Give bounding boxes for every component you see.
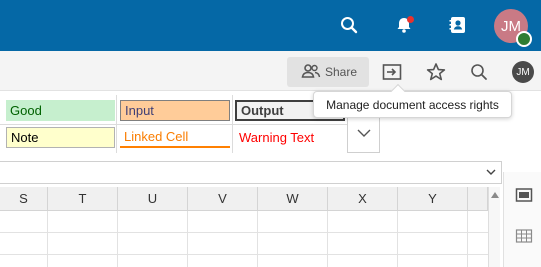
column-header-z[interactable]: [468, 187, 488, 211]
cell-style-input-label: Input: [125, 103, 154, 118]
star-icon[interactable]: [424, 60, 448, 84]
col-divider: [257, 211, 258, 267]
vertical-scrollbar[interactable]: [488, 187, 500, 267]
column-label: V: [218, 191, 227, 206]
cell-style-warning-text[interactable]: Warning Text: [235, 127, 345, 148]
column-header-y[interactable]: Y: [398, 187, 468, 211]
column-header-u[interactable]: U: [118, 187, 188, 211]
cell-style-input[interactable]: Input: [120, 100, 230, 121]
col-divider: [117, 211, 118, 267]
notification-badge: [407, 16, 414, 23]
spreadsheet-grid: S T U V W X Y: [0, 187, 500, 267]
column-header-x[interactable]: X: [328, 187, 398, 211]
cell-style-good-label: Good: [10, 103, 42, 118]
tooltip-text: Manage document access rights: [326, 97, 499, 112]
col-divider: [467, 211, 468, 267]
share-users-icon: [301, 63, 321, 82]
styles-divider: [0, 124, 347, 125]
column-label: W: [286, 191, 299, 206]
row-divider: [0, 232, 500, 233]
formula-expand-icon[interactable]: [484, 166, 498, 178]
column-header-t[interactable]: T: [48, 187, 118, 211]
right-sidebar: [503, 172, 541, 267]
share-button[interactable]: Share: [287, 57, 369, 87]
search-icon[interactable]: [334, 10, 364, 40]
chevron-down-icon: [357, 124, 371, 142]
column-header-s[interactable]: S: [0, 187, 48, 211]
formula-input[interactable]: [0, 161, 502, 184]
cell-style-note[interactable]: Note: [6, 127, 115, 148]
status-indicator: [516, 31, 532, 47]
row-divider: [0, 254, 500, 255]
cell-style-linked-cell[interactable]: Linked Cell: [120, 127, 230, 148]
top-bar: JM: [0, 0, 541, 51]
tooltip: Manage document access rights: [313, 91, 512, 118]
col-divider: [187, 211, 188, 267]
column-label: X: [358, 191, 367, 206]
scroll-up-icon[interactable]: [490, 191, 500, 199]
column-label: T: [78, 191, 87, 206]
share-label: Share: [325, 65, 358, 79]
document-header-bar: Share: [0, 51, 541, 91]
cell-style-good[interactable]: Good: [6, 100, 115, 121]
table-icon[interactable]: [514, 226, 534, 246]
styles-expand-button[interactable]: [347, 112, 380, 153]
cell-style-warning-text-label: Warning Text: [239, 130, 315, 145]
move-to-folder-icon[interactable]: [380, 60, 404, 84]
col-divider: [397, 211, 398, 267]
column-label: Y: [428, 191, 437, 206]
bell-icon[interactable]: [389, 10, 419, 40]
cell-style-output-label: Output: [241, 103, 284, 118]
col-divider: [327, 211, 328, 267]
collaborator-initials: JM: [516, 66, 530, 78]
sheet-properties-icon[interactable]: [514, 185, 534, 205]
cell-style-note-label: Note: [11, 130, 39, 145]
contacts-icon[interactable]: [443, 10, 473, 40]
column-label: S: [19, 191, 28, 206]
styles-divider-v1: [116, 95, 117, 153]
col-divider: [47, 211, 48, 267]
column-header-w[interactable]: W: [258, 187, 328, 211]
column-header-v[interactable]: V: [188, 187, 258, 211]
cell-style-linked-cell-label: Linked Cell: [124, 129, 189, 144]
document-search-icon[interactable]: [467, 60, 491, 84]
column-label: U: [147, 191, 158, 206]
collaborator-avatar[interactable]: JM: [512, 61, 534, 83]
styles-divider-v2: [232, 95, 233, 153]
